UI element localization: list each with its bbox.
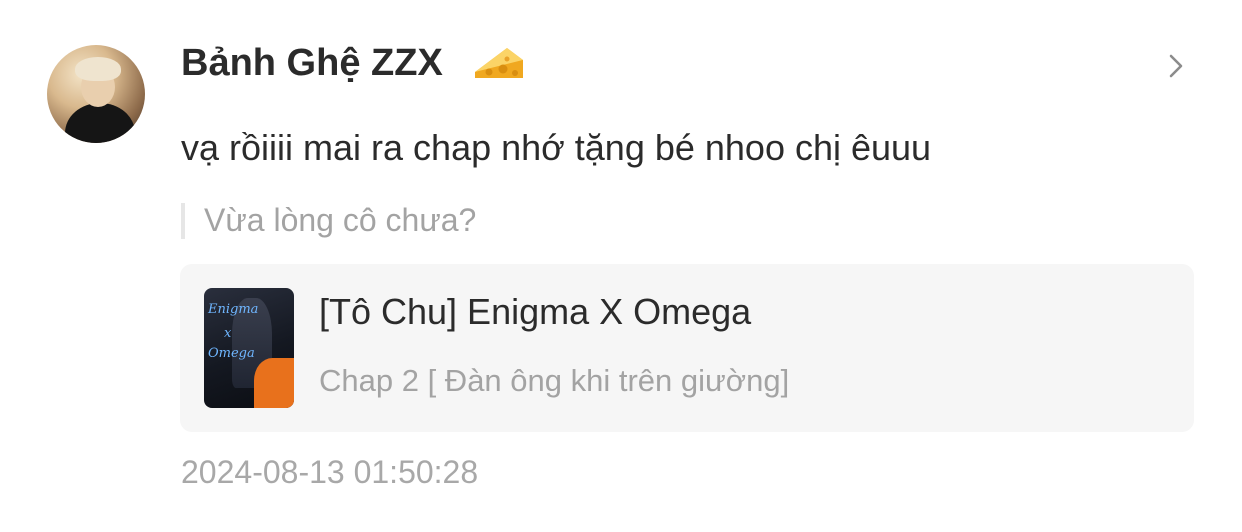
avatar-hair [75,57,121,81]
chevron-right-icon[interactable] [1166,52,1186,80]
cheese-icon [475,48,523,78]
avatar-shirt [65,103,135,143]
avatar[interactable] [47,45,145,143]
timestamp: 2024-08-13 01:50:28 [181,454,479,490]
cover-text-top: Enigma [208,302,259,317]
chapter-card[interactable]: Enigma x Omega [Tô Chu] Enigma X Omega C… [180,264,1194,432]
cover-accent [254,358,294,408]
comment-text: vạ rồiiii mai ra chap nhớ tặng bé nhoo c… [181,127,932,168]
card-title: [Tô Chu] Enigma X Omega [319,291,752,332]
cover-image: Enigma x Omega [204,288,294,408]
username[interactable]: Bảnh Ghệ ZZX [181,38,443,88]
cover-text-mid: x [224,326,232,341]
cover-text-bottom: Omega [208,346,255,361]
quote-text: Vừa lòng cô chưa? [204,202,477,238]
card-subtitle: Chap 2 [ Đàn ông khi trên giường] [319,363,790,398]
quote-bar [181,203,185,239]
